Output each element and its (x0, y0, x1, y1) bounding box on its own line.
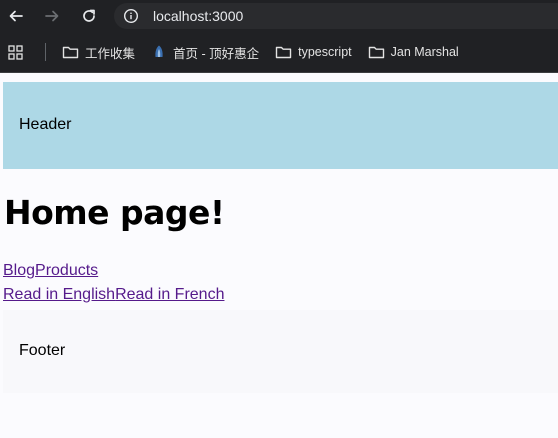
arrow-right-icon (45, 10, 59, 22)
folder-icon (275, 46, 292, 59)
bookmark-folder-typescript[interactable]: typescript (269, 38, 358, 66)
language-links: Read in EnglishRead in French (3, 286, 224, 304)
english-link[interactable]: Read in English (3, 286, 115, 303)
site-info-icon[interactable] (123, 8, 139, 24)
forward-button[interactable] (41, 5, 63, 27)
browser-toolbar: localhost:3000 (0, 0, 558, 32)
bookmarks-divider (45, 43, 46, 61)
bookmark-label: typescript (298, 45, 352, 59)
url-text: localhost:3000 (153, 8, 244, 24)
folder-icon (62, 46, 79, 59)
reload-button[interactable] (78, 5, 100, 27)
bookmark-label: Jan Marshal (390, 45, 459, 59)
apps-button[interactable] (2, 38, 35, 66)
footer-text: Footer (19, 342, 66, 359)
bookmark-label: 工作收集 (85, 46, 136, 61)
nav-links: BlogProducts (3, 262, 98, 280)
back-button[interactable] (5, 5, 27, 27)
bookmark-folder-jan-marshal[interactable]: Jan Marshal (362, 38, 465, 66)
bookmarks-bar: 工作收集 首页 - 顶好惠企 typescript Jan Marshal (0, 32, 558, 73)
folder-icon (368, 46, 384, 59)
header-text: Header (19, 116, 72, 133)
page-title: Home page! (4, 193, 225, 232)
apps-grid-icon (8, 44, 23, 60)
site-footer: Footer (3, 310, 558, 393)
french-link[interactable]: Read in French (115, 286, 224, 303)
arrow-left-icon (9, 10, 23, 22)
site-favicon-icon (155, 45, 163, 57)
reload-icon (83, 9, 95, 22)
bookmark-folder-work[interactable]: 工作收集 (56, 38, 141, 66)
bookmark-site-home[interactable]: 首页 - 顶好惠企 (145, 38, 265, 66)
products-link[interactable]: Products (35, 262, 98, 279)
bookmark-label: 首页 - 顶好惠企 (173, 46, 260, 61)
address-bar[interactable]: localhost:3000 (114, 3, 558, 29)
page-viewport: Header Home page! BlogProducts Read in E… (0, 73, 558, 438)
site-header: Header (3, 82, 558, 169)
blog-link[interactable]: Blog (3, 262, 35, 279)
